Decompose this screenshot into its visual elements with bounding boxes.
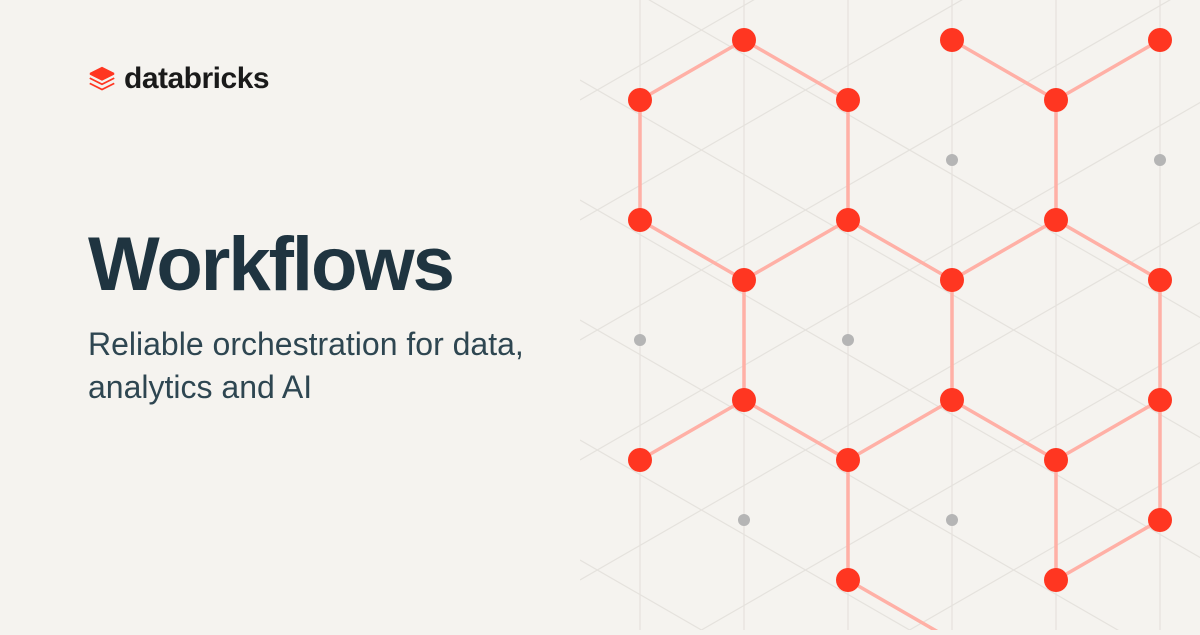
brand-name: databricks	[124, 62, 269, 96]
hero-title: Workflows	[88, 225, 608, 305]
network-graphic	[580, 0, 1200, 630]
hero-content: Workflows Reliable orchestration for dat…	[88, 225, 608, 409]
hero-subtitle: Reliable orchestration for data, analyti…	[88, 323, 608, 409]
databricks-icon	[88, 65, 116, 93]
brand-logo: databricks	[88, 62, 269, 96]
